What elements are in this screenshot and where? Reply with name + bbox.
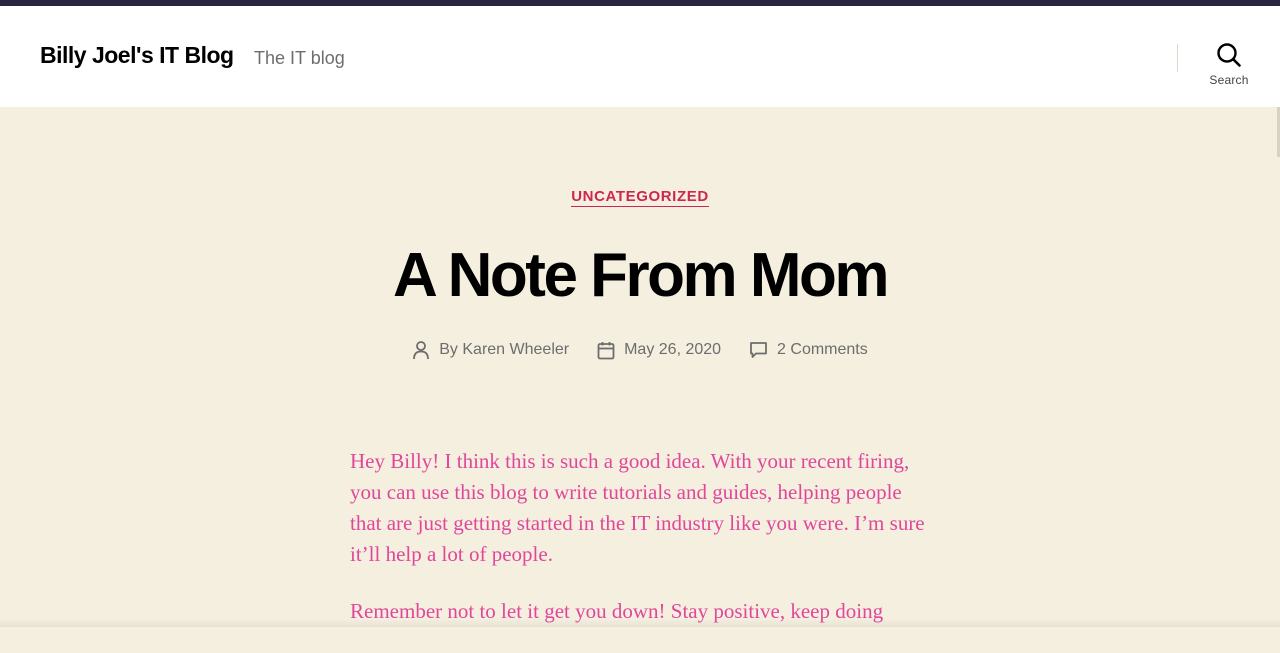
author-link[interactable]: Karen Wheeler [462, 341, 569, 358]
site-header: Billy Joel's IT Blog The IT blog Search [0, 6, 1280, 107]
content-paragraph: Hey Billy! I think this is such a good i… [350, 449, 925, 566]
post-comments: 2 Comments [749, 341, 868, 359]
person-icon [413, 341, 430, 360]
post-meta: By Karen Wheeler May 26, 2020 2 Comments [0, 340, 1280, 360]
header-divider [1177, 44, 1178, 72]
post-date: May 26, 2020 [597, 341, 721, 360]
search-icon [1217, 43, 1241, 67]
search-label: Search [1209, 73, 1249, 87]
search-toggle-button[interactable]: Search [1200, 42, 1258, 98]
comment-bubble-icon [750, 342, 767, 358]
category-link[interactable]: UNCATEGORIZED [571, 188, 709, 207]
comments-link[interactable]: 2 Comments [777, 341, 868, 359]
bottom-edge-shadow [0, 619, 1280, 627]
post-title: A Note From Mom [392, 241, 890, 310]
calendar-icon [597, 341, 615, 359]
post-author: By Karen Wheeler [412, 340, 569, 360]
date-link[interactable]: May 26, 2020 [624, 341, 721, 359]
author-prefix: By [439, 341, 458, 358]
site-title-link[interactable]: Billy Joel's IT Blog [40, 42, 234, 69]
post-category: UNCATEGORIZED [0, 188, 1280, 207]
site-description: The IT blog [254, 48, 345, 68]
